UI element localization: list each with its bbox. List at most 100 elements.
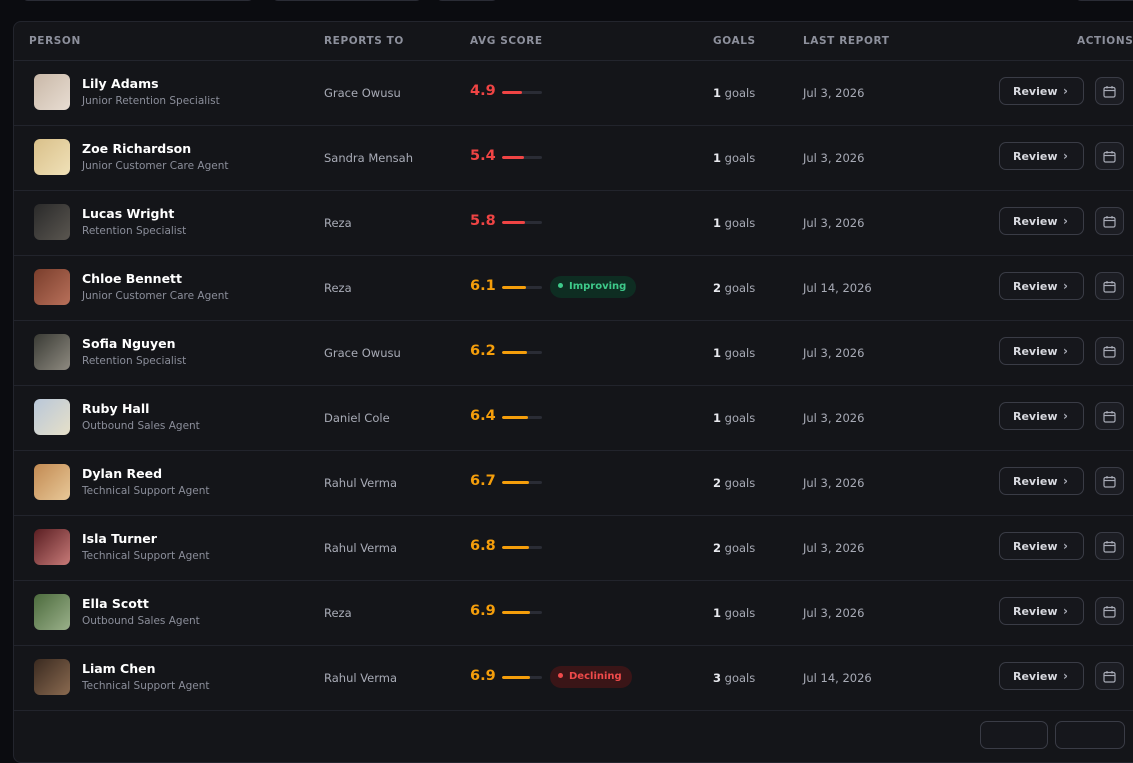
person-name[interactable]: Liam Chen xyxy=(82,661,156,676)
goals-unit: goals xyxy=(724,411,756,425)
avg-score: 6.9 xyxy=(470,603,496,619)
calendar-button[interactable] xyxy=(1095,337,1124,365)
pagination-prev-button[interactable] xyxy=(980,721,1048,749)
score-bar-fill xyxy=(502,156,524,159)
chevron-right-icon: › xyxy=(1063,84,1068,98)
header-avg-score[interactable]: AVG SCORE xyxy=(470,35,543,47)
trend-dot xyxy=(558,282,563,288)
person-name[interactable]: Sofia Nguyen xyxy=(82,336,175,351)
calendar-button[interactable] xyxy=(1095,77,1124,105)
avatar xyxy=(34,659,70,695)
score-bar xyxy=(502,91,542,94)
goals-number: 2 xyxy=(713,281,722,295)
goals-count: 1 goals xyxy=(713,606,755,620)
top-control-2[interactable] xyxy=(272,0,422,1)
table-row[interactable]: Chloe Bennett Junior Customer Care Agent… xyxy=(14,255,1133,321)
review-button-label: Review xyxy=(1013,540,1058,553)
review-button[interactable]: Review › xyxy=(999,467,1084,495)
chevron-right-icon: › xyxy=(1063,539,1068,553)
pagination-next-button[interactable] xyxy=(1055,721,1125,749)
goals-number: 1 xyxy=(713,86,722,100)
last-report-date: Jul 3, 2026 xyxy=(803,541,865,555)
table-row[interactable]: Liam Chen Technical Support Agent Rahul … xyxy=(14,645,1133,711)
goals-unit: goals xyxy=(724,86,756,100)
chevron-right-icon: › xyxy=(1063,669,1068,683)
score-bar-fill xyxy=(502,221,526,224)
table-row[interactable]: Ruby Hall Outbound Sales Agent Daniel Co… xyxy=(14,385,1133,451)
reports-to: Reza xyxy=(324,281,352,295)
calendar-button[interactable] xyxy=(1095,467,1124,495)
review-button-label: Review xyxy=(1013,85,1058,98)
review-button-label: Review xyxy=(1013,345,1058,358)
goals-count: 1 goals xyxy=(713,411,755,425)
score-bar xyxy=(502,221,542,224)
calendar-button[interactable] xyxy=(1095,142,1124,170)
people-table-card: PERSON REPORTS TO AVG SCORE GOALS LAST R… xyxy=(13,21,1133,763)
review-button[interactable]: Review › xyxy=(999,402,1084,430)
table-row[interactable]: Isla Turner Technical Support Agent Rahu… xyxy=(14,515,1133,581)
person-name[interactable]: Lily Adams xyxy=(82,76,159,91)
review-button-label: Review xyxy=(1013,605,1058,618)
person-role: Junior Customer Care Agent xyxy=(82,160,229,172)
goals-count: 2 goals xyxy=(713,541,755,555)
review-button[interactable]: Review › xyxy=(999,662,1084,690)
calendar-button[interactable] xyxy=(1095,597,1124,625)
header-reports-to[interactable]: REPORTS TO xyxy=(324,35,404,47)
review-button-label: Review xyxy=(1013,280,1058,293)
person-name[interactable]: Dylan Reed xyxy=(82,466,162,481)
calendar-button[interactable] xyxy=(1095,207,1124,235)
chevron-right-icon: › xyxy=(1063,474,1068,488)
last-report-date: Jul 3, 2026 xyxy=(803,86,865,100)
avatar xyxy=(34,399,70,435)
trend-badge: Declining xyxy=(550,666,632,688)
goals-unit: goals xyxy=(724,671,756,685)
person-name[interactable]: Ruby Hall xyxy=(82,401,149,416)
goals-count: 2 goals xyxy=(713,476,755,490)
table-row[interactable]: Zoe Richardson Junior Customer Care Agen… xyxy=(14,125,1133,191)
goals-number: 1 xyxy=(713,606,722,620)
table-row[interactable]: Lucas Wright Retention Specialist Reza 5… xyxy=(14,190,1133,256)
calendar-icon xyxy=(1103,86,1116,98)
review-button[interactable]: Review › xyxy=(999,337,1084,365)
review-button[interactable]: Review › xyxy=(999,142,1084,170)
header-goals[interactable]: GOALS xyxy=(713,35,756,47)
score-bar-fill xyxy=(502,351,527,354)
review-button[interactable]: Review › xyxy=(999,77,1084,105)
calendar-icon xyxy=(1103,281,1116,293)
person-name[interactable]: Ella Scott xyxy=(82,596,149,611)
top-control-1[interactable] xyxy=(22,0,254,1)
person-name[interactable]: Lucas Wright xyxy=(82,206,174,221)
goals-number: 2 xyxy=(713,476,722,490)
person-role: Retention Specialist xyxy=(82,225,187,237)
table-row[interactable]: Ella Scott Outbound Sales Agent Reza 6.9… xyxy=(14,580,1133,646)
reports-to: Rahul Verma xyxy=(324,541,398,555)
avg-score: 6.2 xyxy=(470,343,496,359)
trend-label: Declining xyxy=(569,671,622,682)
table-row[interactable]: Dylan Reed Technical Support Agent Rahul… xyxy=(14,450,1133,516)
top-control-3[interactable] xyxy=(436,0,498,1)
header-actions: ACTIONS xyxy=(1077,35,1133,47)
avatar xyxy=(34,269,70,305)
person-name[interactable]: Isla Turner xyxy=(82,531,157,546)
calendar-button[interactable] xyxy=(1095,662,1124,690)
table-row[interactable]: Sofia Nguyen Retention Specialist Grace … xyxy=(14,320,1133,386)
review-button[interactable]: Review › xyxy=(999,207,1084,235)
person-name[interactable]: Chloe Bennett xyxy=(82,271,182,286)
review-button[interactable]: Review › xyxy=(999,597,1084,625)
calendar-button[interactable] xyxy=(1095,532,1124,560)
calendar-button[interactable] xyxy=(1095,402,1124,430)
chevron-right-icon: › xyxy=(1063,214,1068,228)
table-row[interactable]: Lily Adams Junior Retention Specialist G… xyxy=(14,60,1133,126)
person-role: Outbound Sales Agent xyxy=(82,420,200,432)
chevron-right-icon: › xyxy=(1063,149,1068,163)
review-button[interactable]: Review › xyxy=(999,272,1084,300)
header-person[interactable]: PERSON xyxy=(29,35,81,47)
goals-unit: goals xyxy=(724,281,756,295)
header-last-report[interactable]: LAST REPORT xyxy=(803,35,889,47)
review-button[interactable]: Review › xyxy=(999,532,1084,560)
calendar-button[interactable] xyxy=(1095,272,1124,300)
last-report-date: Jul 3, 2026 xyxy=(803,346,865,360)
top-control-4[interactable] xyxy=(1075,0,1133,1)
trend-badge: Improving xyxy=(550,276,637,298)
person-name[interactable]: Zoe Richardson xyxy=(82,141,191,156)
